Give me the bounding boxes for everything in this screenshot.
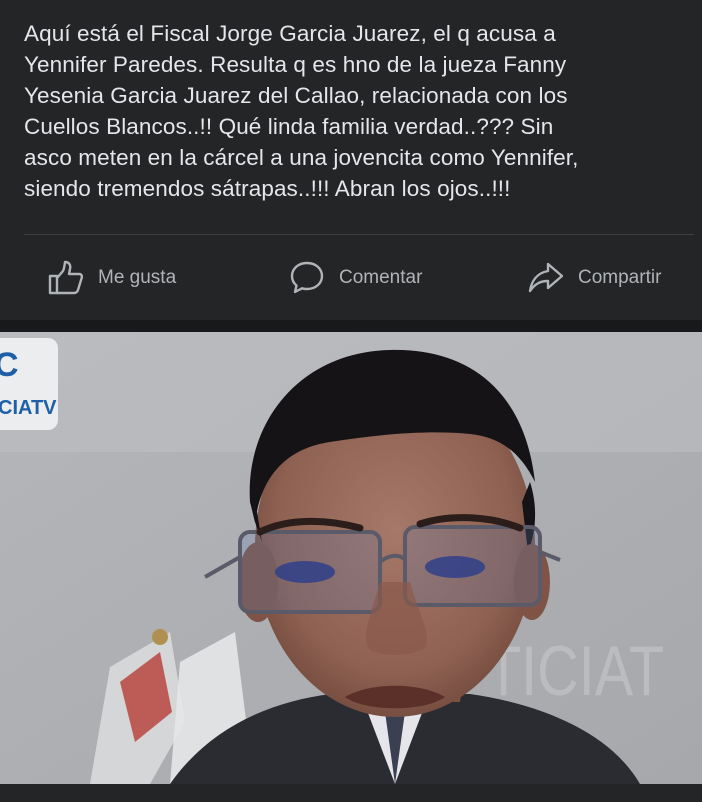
post-text-line: Cuellos Blancos..!! Qué linda familia ve… bbox=[24, 114, 554, 139]
share-arrow-icon bbox=[526, 258, 566, 298]
photo-watermark: TICIAT bbox=[486, 632, 664, 711]
comment-button[interactable]: Comentar bbox=[287, 258, 422, 298]
speech-bubble-icon bbox=[287, 258, 327, 298]
thumbs-up-icon bbox=[46, 258, 86, 298]
post-text-line: Aquí está el Fiscal Jorge Garcia Juarez,… bbox=[24, 21, 556, 46]
facebook-post: Aquí está el Fiscal Jorge Garcia Juarez,… bbox=[0, 0, 702, 802]
action-bar: Me gusta Comentar Compartir bbox=[0, 236, 702, 320]
post-photo[interactable]: C CIATV TICIAT bbox=[0, 332, 702, 784]
like-button[interactable]: Me gusta bbox=[46, 258, 176, 298]
bottom-bar bbox=[0, 784, 702, 802]
section-gap bbox=[0, 320, 702, 332]
divider bbox=[24, 234, 694, 235]
post-text-line: Yennifer Paredes. Resulta q es hno de la… bbox=[24, 52, 567, 77]
share-button[interactable]: Compartir bbox=[526, 258, 661, 298]
post-text-line: siendo tremendos sátrapas..!!! Abran los… bbox=[24, 176, 511, 201]
post-text-line: Yesenia Garcia Juarez del Callao, relaci… bbox=[24, 83, 568, 108]
share-label: Compartir bbox=[578, 267, 662, 288]
comment-label: Comentar bbox=[339, 267, 423, 288]
channel-logo-mark: C bbox=[0, 346, 19, 384]
post-text: Aquí está el Fiscal Jorge Garcia Juarez,… bbox=[24, 18, 684, 204]
photo-illustration: C CIATV TICIAT bbox=[0, 332, 702, 784]
like-label: Me gusta bbox=[98, 267, 177, 288]
channel-logo-text: CIATV bbox=[0, 397, 57, 419]
post-text-line: asco meten en la cárcel a una jovencita … bbox=[24, 145, 579, 170]
